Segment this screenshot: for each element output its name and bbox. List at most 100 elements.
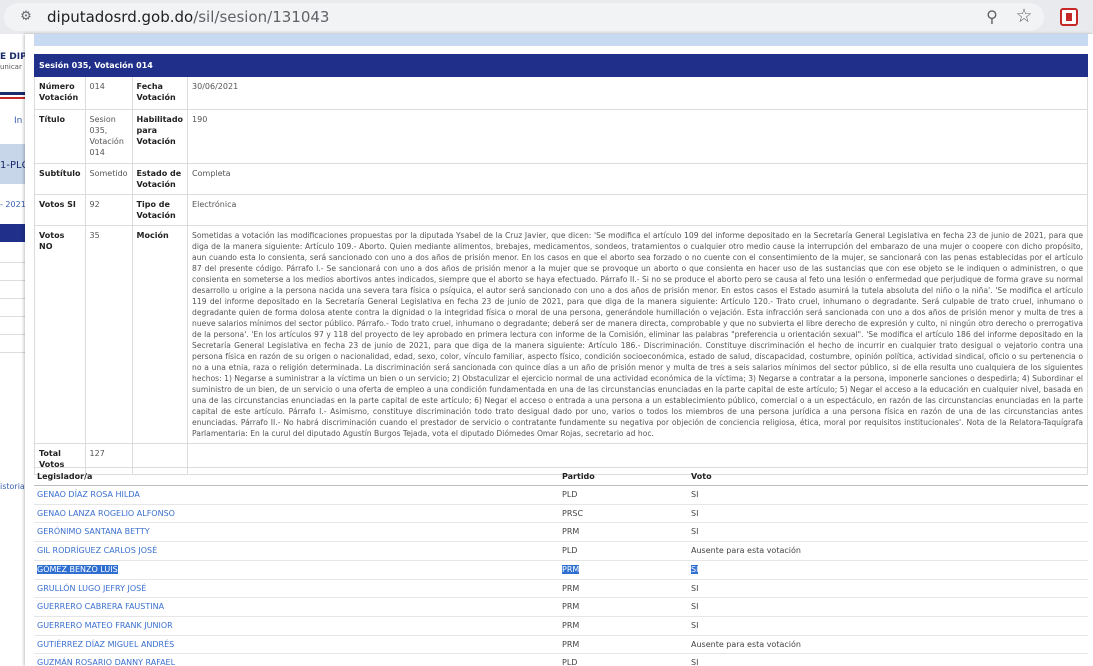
background-row-line [0, 352, 25, 353]
label-subtitulo: Subtítulo [34, 163, 86, 195]
table-row: GIL RODRÍGUEZ CARLOS JOSÉ PLD Ausente pa… [34, 541, 1088, 561]
value-votos-no: 35 [84, 225, 133, 444]
table-row: GERÓNIMO SANTANA BETTY PRM SI [34, 522, 1088, 543]
legislator-vote: SI [688, 579, 1088, 599]
col-legislador: Legislador/a [34, 467, 559, 486]
background-tab-label: 1-PLC [0, 160, 25, 171]
legislator-party: PRM [559, 579, 688, 599]
legislator-name-link[interactable]: GENAO LANZA ROGELIO ALFONSO [34, 504, 559, 524]
background-divider [0, 92, 25, 95]
label-mocion: Moción [131, 225, 189, 444]
background-row-line [0, 334, 25, 335]
col-voto: Voto [688, 467, 1088, 486]
legislator-name-link[interactable]: GUTIÉRREZ DÍAZ MIGUEL ANDRÉS [34, 635, 559, 655]
url-text[interactable]: diputadosrd.gob.do/sil/sesion/131043 [47, 7, 329, 27]
legislator-header-row: Legislador/a Partido Voto [34, 467, 1088, 486]
background-link[interactable]: In [14, 116, 22, 126]
label-tipo: Tipo de Votación [131, 194, 189, 226]
label-votos-si: Votos SI [34, 194, 86, 226]
site-settings-icon[interactable]: ⚙ [18, 9, 34, 25]
background-row-line [0, 280, 25, 281]
vote-detail-table: Sesión 035, Votación 014 Número Votación… [34, 54, 1088, 475]
legislator-party: PLD [559, 541, 688, 561]
legislator-name-link[interactable]: GERÓNIMO SANTANA BETTY [34, 522, 559, 543]
table-row-selected: GÓMEZ BENZO LUIS PRM SI [34, 560, 1088, 580]
background-row-line [0, 262, 25, 263]
detail-row: Votos SI 92 Tipo de Votación Electrónica [34, 194, 1088, 226]
background-date: - 2021 - [0, 200, 25, 209]
legislator-vote: SI [688, 560, 1088, 580]
legislator-table: Legislador/a Partido Voto GENAO DÍAZ ROS… [34, 467, 1088, 666]
detail-row: Votos NO 35 Moción Sometidas a votación … [34, 225, 1088, 444]
value-habilitado: 190 [187, 109, 1088, 164]
label-habilitado: Habilitado para Votación [131, 109, 189, 164]
detail-row: Título Sesion 035, Votación 014 Habilita… [34, 109, 1088, 164]
table-row: GUTIÉRREZ DÍAZ MIGUEL ANDRÉS PRM Ausente… [34, 635, 1088, 655]
zoom-icon[interactable]: ⚲ [982, 7, 1002, 27]
selected-text: PRM [562, 564, 580, 574]
value-mocion: Sometidas a votación las modificaciones … [187, 225, 1088, 444]
modal-top-bar [34, 34, 1088, 46]
value-subtitulo: Sometido [84, 163, 133, 195]
background-row-line [0, 298, 25, 299]
extension-icon[interactable] [1060, 8, 1078, 26]
table-row: GENAO LANZA ROGELIO ALFONSO PRSC SI [34, 504, 1088, 524]
label-titulo: Título [34, 109, 86, 164]
legislator-vote: SI [688, 485, 1088, 505]
table-row: GUERRERO CABRERA FAUSTINA PRM SI [34, 597, 1088, 617]
legislator-name-link[interactable]: GUZMÁN ROSARIO DANNY RAFAEL [34, 653, 559, 666]
legislator-party: PRM [559, 616, 688, 636]
label-estado: Estado de Votación [131, 163, 189, 195]
legislator-party: PRM [559, 522, 688, 543]
selected-text: SI [691, 564, 699, 574]
background-divider-red [0, 97, 25, 99]
legislator-vote: SI [688, 504, 1088, 524]
legislator-vote: SI [688, 616, 1088, 636]
legislator-name-link[interactable]: GENAO DÍAZ ROSA HILDA [34, 485, 559, 505]
legislator-name-link[interactable]: GUERRERO CABRERA FAUSTINA [34, 597, 559, 617]
legislator-vote: Ausente para esta votación [688, 541, 1088, 561]
value-titulo: Sesion 035, Votación 014 [84, 109, 133, 164]
legislator-name-link[interactable]: GUERRERO MATEO FRANK JUNIOR [34, 616, 559, 636]
legislator-name-link[interactable]: GIL RODRÍGUEZ CARLOS JOSÉ [34, 541, 559, 561]
selected-text: GÓMEZ BENZO LUIS [37, 564, 118, 574]
value-numero: 014 [84, 76, 133, 110]
legislator-name-link[interactable]: GRULLÓN LUGO JEFRY JOSÉ [34, 579, 559, 599]
legislator-vote: SI [688, 522, 1088, 543]
legislator-name-link[interactable]: GÓMEZ BENZO LUIS [34, 560, 559, 580]
table-row: GRULLÓN LUGO JEFRY JOSÉ PRM SI [34, 579, 1088, 599]
legislator-party: PLD [559, 653, 688, 666]
legislator-vote: SI [688, 597, 1088, 617]
vote-detail-modal: Sesión 035, Votación 014 Número Votación… [25, 34, 1093, 666]
legislator-party: PRM [559, 635, 688, 655]
legislator-party: PLD [559, 485, 688, 505]
background-page: E DIP unicar In 1-PLC - 2021 - istorial [0, 34, 25, 666]
table-row: GUZMÁN ROSARIO DANNY RAFAEL PLD SI [34, 653, 1088, 666]
address-bar[interactable]: ⚙ diputadosrd.gob.do/sil/sesion/131043 ⚲… [4, 3, 1044, 31]
legislator-vote: Ausente para esta votación [688, 635, 1088, 655]
value-fecha: 30/06/2021 [187, 76, 1088, 110]
value-tipo: Electrónica [187, 194, 1088, 226]
value-estado: Completa [187, 163, 1088, 195]
col-partido: Partido [559, 467, 688, 486]
detail-row: Subtítulo Sometido Estado de Votación Co… [34, 163, 1088, 195]
table-row: GENAO DÍAZ ROSA HILDA PLD SI [34, 485, 1088, 505]
background-row-line [0, 316, 25, 317]
legislator-party: PRM [559, 560, 688, 580]
background-logo: E DIP unicar [0, 52, 25, 71]
detail-header: Sesión 035, Votación 014 [34, 54, 1088, 77]
background-history-link[interactable]: istorial [0, 482, 25, 491]
label-numero: Número Votación [34, 76, 86, 110]
label-fecha: Fecha Votación [131, 76, 189, 110]
bookmark-star-icon[interactable]: ☆ [1014, 6, 1034, 26]
legislator-party: PRM [559, 597, 688, 617]
background-header-bar [0, 224, 25, 242]
table-row: GUERRERO MATEO FRANK JUNIOR PRM SI [34, 616, 1088, 636]
label-votos-no: Votos NO [34, 225, 86, 444]
legislator-vote: SI [688, 653, 1088, 666]
detail-row: Número Votación 014 Fecha Votación 30/06… [34, 76, 1088, 110]
browser-toolbar: ⚙ diputadosrd.gob.do/sil/sesion/131043 ⚲… [0, 0, 1093, 34]
legislator-party: PRSC [559, 504, 688, 524]
detail-header-row: Sesión 035, Votación 014 [34, 54, 1088, 77]
value-votos-si: 92 [84, 194, 133, 226]
